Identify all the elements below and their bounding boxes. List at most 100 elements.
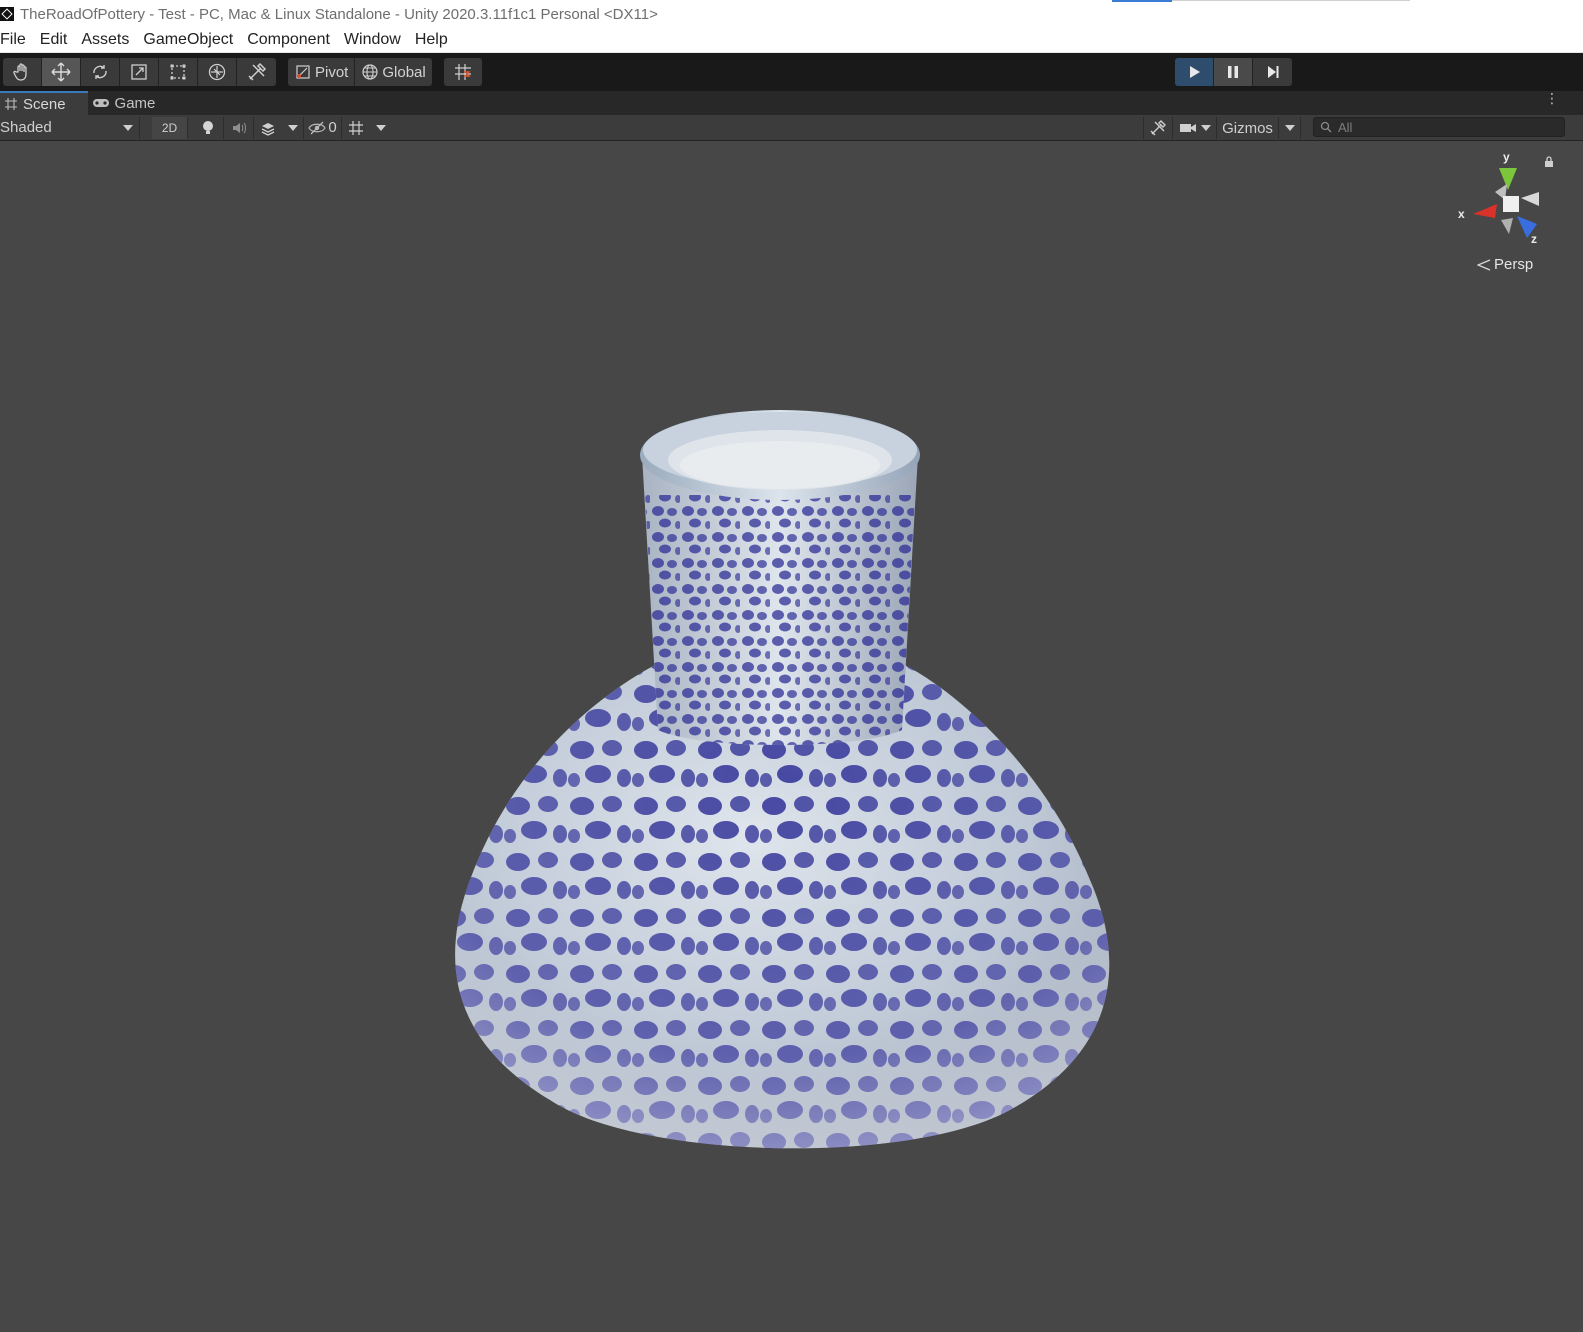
scene-right-controls: Gizmos (1143, 117, 1301, 139)
unity-editor: TheRoadOfPottery - Test - PC, Mac & Linu… (0, 0, 1583, 1332)
camera-icon (1179, 124, 1196, 132)
scale-tool-button[interactable] (120, 58, 159, 86)
light-bulb-icon (202, 120, 213, 134)
gizmos-label: Gizmos (1222, 119, 1273, 137)
title-divider (1172, 0, 1410, 1)
gizmo-axis-y-cone[interactable] (1499, 168, 1517, 190)
grid-icon (349, 120, 363, 135)
menu-assets[interactable]: Assets (81, 31, 129, 49)
play-button[interactable] (1175, 58, 1214, 86)
search-icon (1320, 121, 1332, 133)
play-controls (1175, 58, 1292, 86)
custom-tool-button[interactable] (237, 58, 276, 86)
menu-file[interactable]: File (0, 31, 26, 49)
vase-opening-inner (680, 441, 880, 489)
effects-toggle[interactable] (254, 117, 282, 139)
effects-dropdown[interactable] (282, 116, 304, 139)
pivot-label: Pivot (315, 63, 349, 81)
pause-button[interactable] (1214, 58, 1253, 86)
scene-search (1313, 117, 1565, 137)
pivot-icon (296, 65, 310, 79)
global-label: Global (382, 63, 426, 81)
grid-dropdown[interactable] (370, 117, 392, 139)
tab-game-label: Game (114, 94, 156, 112)
main-toolbar: Pivot Global (0, 53, 1583, 91)
view-tab-bar: Scene Game ⋮ (0, 91, 1583, 115)
rect-icon (170, 64, 186, 80)
gizmos-button[interactable]: Gizmos (1217, 117, 1279, 139)
step-icon (1267, 66, 1278, 78)
chevron-down-icon (1200, 125, 1211, 131)
window-title: TheRoadOfPottery - Test - PC, Mac & Linu… (20, 5, 658, 23)
wrench-icon (1150, 120, 1166, 136)
search-input[interactable] (1338, 119, 1538, 135)
chevron-down-icon (376, 124, 386, 131)
globe-icon (362, 64, 378, 80)
move-icon (51, 62, 71, 82)
gizmo-label-y: y (1503, 150, 1510, 164)
mode-2d-label: 2D (161, 120, 178, 135)
tools-toggle[interactable] (1143, 117, 1173, 139)
rotate-tool-button[interactable] (81, 58, 120, 86)
more-options-icon[interactable]: ⋮ (1545, 91, 1559, 105)
draw-mode-dropdown[interactable]: Shaded (0, 116, 140, 139)
chevron-down-icon (1284, 125, 1295, 131)
grid-snap-icon (454, 64, 471, 80)
step-button[interactable] (1253, 58, 1292, 86)
tab-game[interactable]: Game (88, 91, 178, 115)
pivot-toggle[interactable]: Pivot (288, 58, 356, 86)
title-accent (1112, 0, 1172, 2)
pause-icon (1228, 66, 1238, 78)
transform-tools (3, 58, 276, 86)
audio-toggle[interactable] (224, 116, 254, 139)
grid-snap-button[interactable] (443, 58, 482, 86)
title-bar: TheRoadOfPottery - Test - PC, Mac & Linu… (0, 0, 1583, 28)
scene-visibility-toggle[interactable]: 0 (304, 116, 342, 139)
gizmo-neg-axis-cone[interactable] (1501, 218, 1513, 234)
custom-tool-icon (247, 62, 266, 81)
chevron-down-icon (123, 124, 133, 131)
rect-tool-button[interactable] (159, 58, 198, 86)
camera-settings-dropdown[interactable] (1173, 117, 1217, 139)
mode-2d-toggle[interactable]: 2D (152, 116, 188, 139)
rotate-icon (93, 65, 107, 79)
projection-label: Persp (1494, 256, 1534, 273)
lighting-toggle[interactable] (192, 116, 224, 139)
gizmo-label-z: z (1531, 232, 1537, 246)
gizmo-center-cube[interactable] (1503, 196, 1519, 212)
projection-toggle[interactable]: Persp (1477, 256, 1533, 273)
speaker-icon (232, 122, 246, 133)
transform-tool-button[interactable] (198, 58, 237, 86)
lock-icon[interactable] (1544, 156, 1554, 168)
gizmos-dropdown[interactable] (1279, 117, 1301, 139)
gizmo-axis-x-cone[interactable] (1473, 204, 1497, 218)
menu-window[interactable]: Window (344, 31, 401, 49)
global-toggle[interactable]: Global (355, 58, 432, 86)
menu-component[interactable]: Component (247, 31, 330, 49)
draw-mode-value: Shaded (0, 119, 52, 136)
tab-scene-label: Scene (23, 95, 66, 113)
menu-gameobject[interactable]: GameObject (143, 31, 233, 49)
unity-logo-icon (0, 7, 14, 21)
grid-toggle[interactable] (342, 117, 370, 139)
play-icon (1190, 66, 1200, 78)
menu-help[interactable]: Help (415, 31, 448, 49)
tab-scene[interactable]: Scene (0, 91, 88, 115)
gizmo-neg-axis-cone[interactable] (1521, 192, 1539, 206)
handle-toggles: Pivot Global (288, 58, 432, 86)
scene-grid-icon (5, 98, 17, 110)
move-tool-button[interactable] (42, 58, 81, 86)
hand-tool-button[interactable] (3, 58, 42, 86)
scene-toolbar-spacer (140, 117, 152, 139)
vase-model[interactable] (440, 400, 1120, 1175)
menu-edit[interactable]: Edit (40, 31, 68, 49)
gizmo-label-x: x (1458, 207, 1465, 221)
layers-icon (261, 122, 275, 136)
hand-icon (13, 63, 27, 81)
transform-icon (208, 63, 226, 81)
scale-icon (131, 64, 147, 80)
gamepad-icon (92, 99, 109, 107)
vase-neck-pattern (645, 495, 915, 745)
hidden-count: 0 (328, 119, 337, 136)
eye-slash-icon (308, 121, 327, 134)
